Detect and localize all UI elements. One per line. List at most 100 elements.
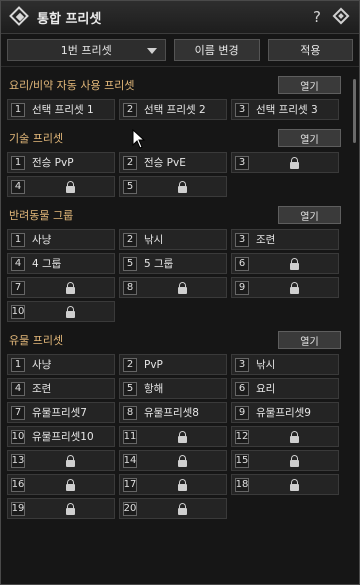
close-icon[interactable]: [331, 7, 351, 27]
open-button[interactable]: 열기: [278, 206, 341, 224]
preset-slot[interactable]: 3 조련: [231, 229, 339, 250]
preset-dropdown-value: 1번 프리셋: [60, 44, 112, 57]
slot-number: 4: [11, 381, 25, 396]
title-bar[interactable]: 통합 프리셋 ?: [1, 1, 359, 34]
slot-label: 5 그룹: [144, 258, 174, 270]
locked-preset-slot[interactable]: 9: [231, 277, 339, 298]
scrollbar[interactable]: [353, 79, 356, 143]
slot-number: 8: [123, 405, 137, 420]
slot-number: 11: [123, 429, 137, 444]
slot-number: 2: [123, 357, 137, 372]
lock-icon: [178, 503, 187, 515]
lock-icon: [66, 455, 75, 467]
slot-number: 3: [235, 102, 249, 117]
slot-label: 유물프리셋9: [256, 407, 311, 419]
preset-slot[interactable]: 10 유물프리셋10: [7, 426, 115, 447]
slot-label: 유물프리셋7: [32, 407, 87, 419]
locked-preset-slot[interactable]: 13: [7, 450, 115, 471]
lock-icon: [66, 306, 75, 318]
locked-preset-slot[interactable]: 18: [231, 474, 339, 495]
lock-icon: [290, 431, 299, 443]
slot-number: 1: [11, 357, 25, 372]
slot-number: 3: [235, 357, 249, 372]
lock-icon: [66, 479, 75, 491]
lock-icon: [290, 282, 299, 294]
locked-preset-slot[interactable]: 8: [119, 277, 227, 298]
slot-number: 2: [123, 102, 137, 117]
slot-label: 전승 PvP: [32, 157, 74, 169]
lock-icon: [178, 282, 187, 294]
preset-slot[interactable]: 8 유물프리셋8: [119, 402, 227, 423]
slot-number: 6: [235, 381, 249, 396]
slot-label: 전승 PvE: [144, 157, 186, 169]
help-button[interactable]: ?: [313, 8, 321, 26]
slot-label: 유물프리셋8: [144, 407, 199, 419]
slot-label: 사냥: [32, 359, 52, 371]
section-header: 유물 프리셋 열기: [7, 328, 353, 352]
preset-slot[interactable]: 1 전승 PvP: [7, 152, 115, 173]
section-title: 유물 프리셋: [9, 334, 64, 347]
slot-number: 10: [11, 304, 25, 319]
slot-label: 항해: [144, 383, 164, 395]
apply-button[interactable]: 적용: [267, 39, 353, 61]
locked-preset-slot[interactable]: 11: [119, 426, 227, 447]
open-button[interactable]: 열기: [278, 331, 341, 349]
locked-preset-slot[interactable]: 15: [231, 450, 339, 471]
preset-slot[interactable]: 1 사냥: [7, 229, 115, 250]
slot-label: 낚시: [144, 234, 164, 246]
locked-preset-slot[interactable]: 16: [7, 474, 115, 495]
preset-slot[interactable]: 5 항해: [119, 378, 227, 399]
section-title: 반려동물 그룹: [9, 209, 74, 222]
preset-slot[interactable]: 9 유물프리셋9: [231, 402, 339, 423]
preset-slot[interactable]: 4 4 그룹: [7, 253, 115, 274]
slot-label: 낚시: [256, 359, 276, 371]
open-button[interactable]: 열기: [278, 129, 341, 147]
preset-slot[interactable]: 3 선택 프리셋 3: [231, 99, 339, 120]
preset-slot[interactable]: 2 선택 프리셋 2: [119, 99, 227, 120]
preset-slot[interactable]: 1 사냥: [7, 354, 115, 375]
locked-preset-slot[interactable]: 5: [119, 176, 227, 197]
locked-preset-slot[interactable]: 3: [231, 152, 339, 173]
locked-preset-slot[interactable]: 19: [7, 498, 115, 519]
preset-slot[interactable]: 3 낚시: [231, 354, 339, 375]
locked-preset-slot[interactable]: 17: [119, 474, 227, 495]
rename-button[interactable]: 이름 변경: [173, 39, 260, 61]
preset-section: 유물 프리셋 열기 1 사냥 2 PvP 3 낚시 4 조련 5 항해 6 요리 7 유물프리셋7 8 유물프리셋…: [7, 328, 353, 519]
slot-label: PvP: [144, 358, 163, 371]
locked-preset-slot[interactable]: 14: [119, 450, 227, 471]
slot-number: 9: [235, 405, 249, 420]
toolbar: 1번 프리셋 이름 변경 적용: [1, 34, 359, 67]
slot-number: 8: [123, 280, 137, 295]
lock-icon: [290, 157, 299, 169]
locked-preset-slot[interactable]: 12: [231, 426, 339, 447]
slot-label: 사냥: [32, 234, 52, 246]
lock-icon: [66, 503, 75, 515]
lock-icon: [290, 258, 299, 270]
preset-slot[interactable]: 4 조련: [7, 378, 115, 399]
preset-slot[interactable]: 5 5 그룹: [119, 253, 227, 274]
preset-section: 반려동물 그룹 열기 1 사냥 2 낚시 3 조련 4 4 그룹 5 5 그룹 6 7 8 9 10: [7, 203, 353, 322]
open-button[interactable]: 열기: [278, 76, 341, 94]
slot-number: 4: [11, 179, 25, 194]
locked-preset-slot[interactable]: 10: [7, 301, 115, 322]
slot-label: 유물프리셋10: [32, 431, 94, 443]
slot-label: 선택 프리셋 3: [256, 104, 318, 116]
locked-preset-slot[interactable]: 6: [231, 253, 339, 274]
preset-slot[interactable]: 2 낚시: [119, 229, 227, 250]
locked-preset-slot[interactable]: 7: [7, 277, 115, 298]
section-title: 기술 프리셋: [9, 132, 64, 145]
locked-preset-slot[interactable]: 20: [119, 498, 227, 519]
slot-number: 7: [11, 405, 25, 420]
preset-slot[interactable]: 2 PvP: [119, 354, 227, 375]
preset-slot[interactable]: 6 요리: [231, 378, 339, 399]
preset-slot[interactable]: 2 전승 PvE: [119, 152, 227, 173]
lock-icon: [66, 282, 75, 294]
integrated-preset-window: 통합 프리셋 ? 1번 프리셋 이름 변경 적용 요리/비약 자동 사용 프리셋…: [0, 0, 360, 585]
slot-number: 5: [123, 256, 137, 271]
preset-slot[interactable]: 7 유물프리셋7: [7, 402, 115, 423]
preset-slot[interactable]: 1 선택 프리셋 1: [7, 99, 115, 120]
locked-preset-slot[interactable]: 4: [7, 176, 115, 197]
preset-section: 기술 프리셋 열기 1 전승 PvP 2 전승 PvE 3 4 5: [7, 126, 353, 197]
slot-number: 6: [235, 256, 249, 271]
preset-dropdown[interactable]: 1번 프리셋: [7, 39, 166, 61]
